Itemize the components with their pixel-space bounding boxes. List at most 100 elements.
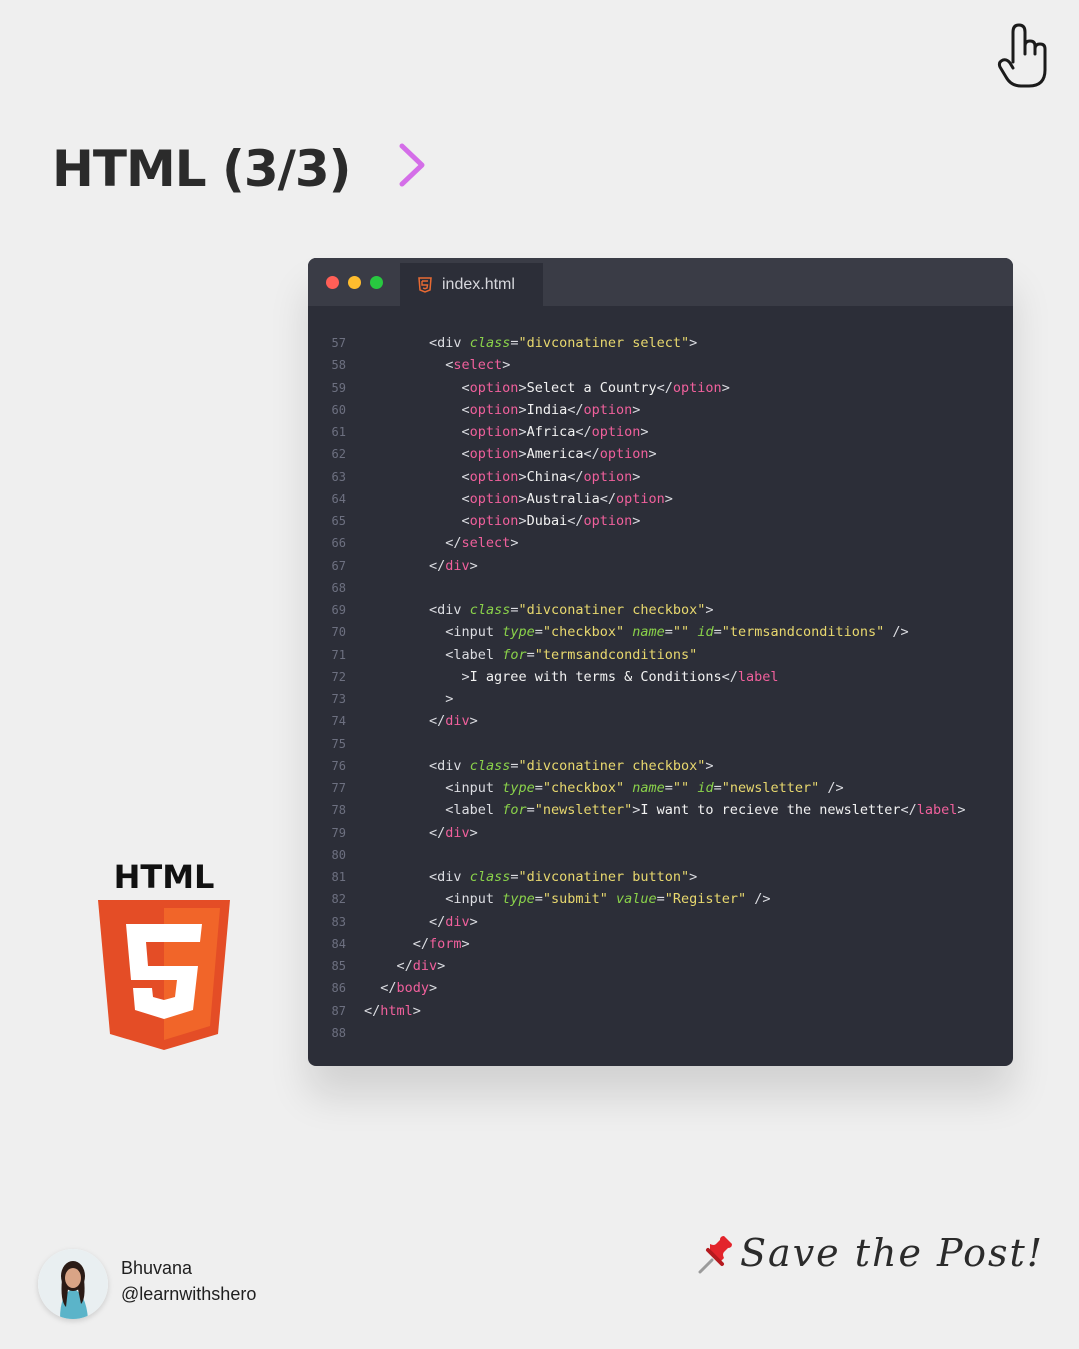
code-punctuation: < <box>364 335 438 351</box>
editor-title-bar: index.html <box>308 258 1013 306</box>
code-line[interactable]: 73 > <box>308 688 1013 710</box>
code-content: <select> <box>364 354 510 376</box>
code-punctuation: </ <box>364 824 446 841</box>
code-line[interactable]: 77 <input type="checkbox" name="" id="ne… <box>308 777 1013 799</box>
tab-index-html[interactable]: index.html <box>400 263 543 306</box>
code-line[interactable]: 85 </div> <box>308 955 1013 977</box>
code-line[interactable]: 58 <select> <box>308 354 1013 376</box>
code-line[interactable]: 72 >I agree with terms & Conditions</lab… <box>308 666 1013 688</box>
code-punctuation: < <box>364 513 470 529</box>
code-tag: option <box>469 424 519 440</box>
code-content: <label for="newsletter">I want to reciev… <box>364 799 965 821</box>
line-number: 83 <box>331 914 346 929</box>
code-string: "newsletter" <box>534 802 633 819</box>
code-line[interactable]: 65 <option>Dubai</option> <box>308 510 1013 532</box>
code-punctuation: > <box>364 691 454 707</box>
code-line[interactable]: 63 <option>China</option> <box>308 466 1013 488</box>
code-punctuation: < <box>364 401 470 418</box>
code-line[interactable]: 57 <div class="divconatiner select"> <box>308 332 1013 354</box>
code-line[interactable]: 74 </div> <box>308 710 1013 732</box>
line-number: 77 <box>331 781 346 795</box>
code-line[interactable]: 87 </html> <box>308 1000 1013 1022</box>
code-line[interactable]: 68 <box>308 577 1013 599</box>
code-punctuation <box>494 780 502 796</box>
line-number: 70 <box>331 625 346 640</box>
code-line[interactable]: 60 <option>India</option> <box>308 399 1013 421</box>
code-attribute: class <box>469 335 511 351</box>
code-string: "" <box>672 780 690 796</box>
code-punctuation: > <box>518 446 527 463</box>
code-line[interactable]: 59 <option>Select a Country</option> <box>308 377 1013 399</box>
code-line[interactable]: 79 </div> <box>308 822 1013 844</box>
code-tag: option <box>583 468 633 485</box>
code-punctuation: = <box>526 646 535 663</box>
code-punctuation: > <box>705 602 714 618</box>
code-punctuation: </ <box>656 379 673 396</box>
code-line[interactable]: 83 </div> <box>308 911 1013 933</box>
author-handle[interactable]: @learnwithshero <box>121 1284 256 1305</box>
code-punctuation <box>462 758 470 774</box>
code-text: Africa <box>526 424 576 440</box>
code-line[interactable]: 69 <div class="divconatiner checkbox"> <box>308 599 1013 621</box>
code-line[interactable]: 66 </select> <box>308 532 1013 554</box>
code-punctuation: > <box>689 335 698 351</box>
code-punctuation: > <box>689 869 698 885</box>
maximize-window-dot[interactable] <box>370 276 383 289</box>
code-tag: body <box>396 980 430 997</box>
code-line[interactable]: 67 </div> <box>308 555 1013 577</box>
code-punctuation: </ <box>364 913 446 930</box>
line-number: 74 <box>331 714 346 729</box>
code-punctuation: /> <box>746 891 771 908</box>
code-area[interactable]: 57 <div class="divconatiner select"> 58 <… <box>308 332 1013 1044</box>
code-tag: option <box>591 424 641 440</box>
minimize-window-dot[interactable] <box>348 276 361 289</box>
code-attribute: for <box>502 646 527 663</box>
code-line[interactable]: 62 <option>America</option> <box>308 443 1013 465</box>
arrow-right-icon <box>329 143 425 187</box>
code-punctuation: > <box>518 401 527 418</box>
code-attribute: id <box>697 624 714 641</box>
code-line[interactable]: 61 <option>Africa</option> <box>308 421 1013 443</box>
code-line[interactable]: 86 </body> <box>308 977 1013 999</box>
code-punctuation: > <box>640 424 649 440</box>
code-content: <div class="divconatiner checkbox"> <box>364 755 714 777</box>
line-number: 63 <box>331 469 346 484</box>
code-line[interactable]: 84 </form> <box>308 933 1013 955</box>
save-post-text: Save the Post! <box>740 1231 1044 1275</box>
code-punctuation: </ <box>900 802 917 819</box>
code-tag: option <box>469 379 519 396</box>
code-punctuation <box>462 869 470 885</box>
code-line[interactable]: 81 <div class="divconatiner button"> <box>308 866 1013 888</box>
code-punctuation: = <box>656 891 665 908</box>
code-attribute: type <box>502 624 535 641</box>
pointing-hand-icon <box>997 23 1047 88</box>
line-number: 80 <box>331 847 346 862</box>
code-punctuation: > <box>469 557 478 574</box>
code-punctuation: > <box>632 513 641 529</box>
code-line[interactable]: 80 <box>308 844 1013 866</box>
code-string: "submit" <box>542 891 608 908</box>
avatar[interactable] <box>38 1249 108 1319</box>
code-line[interactable]: 64 <option>Australia</option> <box>308 488 1013 510</box>
code-line[interactable]: 78 <label for="newsletter">I want to rec… <box>308 799 1013 821</box>
code-tag: html <box>380 1002 413 1019</box>
code-string: "Register" <box>664 891 747 908</box>
line-number: 57 <box>331 336 346 350</box>
line-number: 84 <box>331 936 346 951</box>
code-content: <div class="divconatiner select"> <box>364 332 697 354</box>
code-line[interactable]: 71 <label for="termsandconditions" <box>308 644 1013 666</box>
code-line[interactable]: 88 <box>308 1022 1013 1044</box>
close-window-dot[interactable] <box>326 276 339 289</box>
code-punctuation: input <box>453 891 495 908</box>
code-punctuation: </ <box>364 958 413 974</box>
code-line[interactable]: 76 <div class="divconatiner checkbox"> <box>308 755 1013 777</box>
code-line[interactable]: 82 <input type="submit" value="Register"… <box>308 888 1013 910</box>
code-line[interactable]: 75 <box>308 733 1013 755</box>
code-punctuation: < <box>364 446 470 463</box>
code-punctuation: > <box>429 980 438 997</box>
logo-label: HTML <box>114 862 215 896</box>
code-content: > <box>364 688 453 710</box>
code-punctuation: < <box>364 468 470 485</box>
code-punctuation: = <box>664 624 673 641</box>
code-line[interactable]: 70 <input type="checkbox" name="" id="te… <box>308 621 1013 643</box>
